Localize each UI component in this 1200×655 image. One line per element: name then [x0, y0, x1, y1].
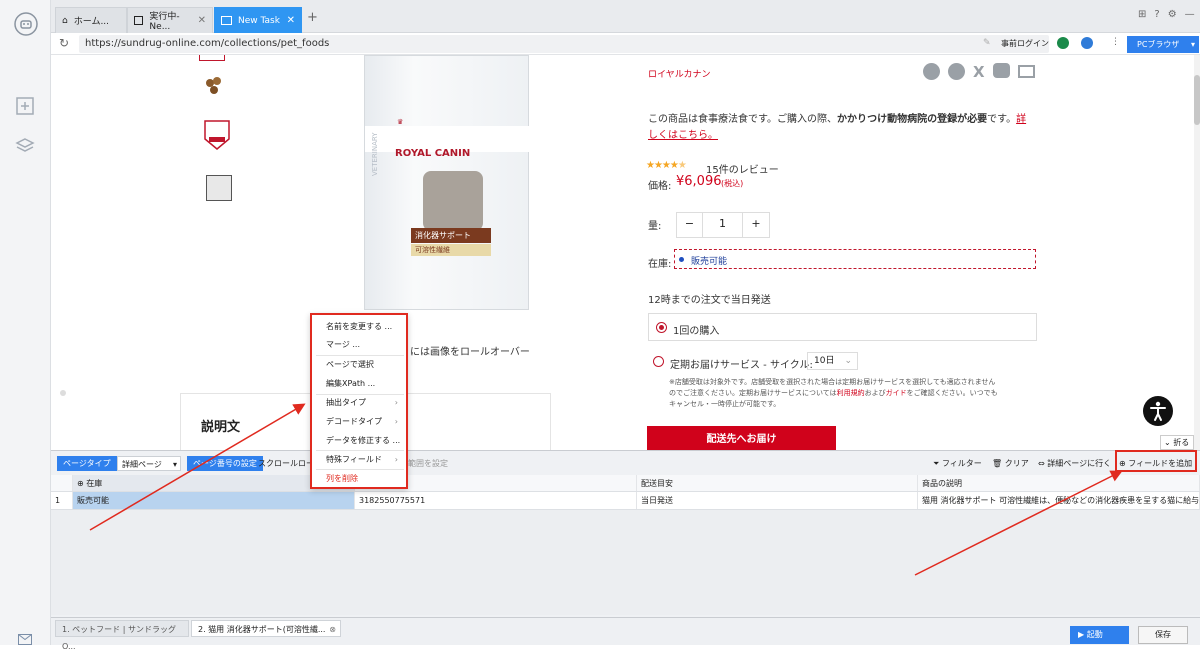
arrow-to-menu	[89, 403, 306, 531]
annotation-arrows	[89, 403, 1123, 576]
arrow-to-add-field	[914, 470, 1123, 576]
